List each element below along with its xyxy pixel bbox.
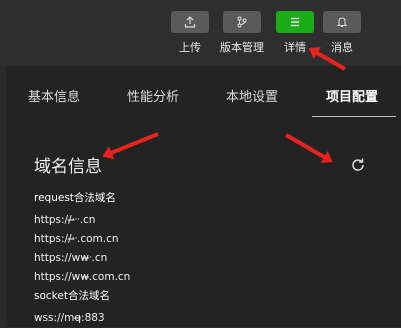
request-domain-row: https://ᐧ̶̶̶ᐧᐧ.cn — [34, 214, 96, 226]
upload-label: 上传 — [179, 41, 201, 54]
socket-domain-row: wss://mq̶̶̶̶̶̶̶̶̶:883 — [34, 312, 105, 324]
version-management-label: 版本管理 — [220, 41, 264, 54]
tab-project-config[interactable]: 项目配置 — [326, 86, 378, 105]
tab-bar: 基本信息 性能分析 本地设置 项目配置 — [6, 66, 401, 118]
branch-icon — [223, 11, 261, 33]
bell-icon — [323, 11, 361, 33]
upload-button[interactable]: 上传 — [166, 11, 214, 55]
request-domain-row: https://ww̶̶̶̶.com.cn — [34, 271, 131, 283]
top-toolbar: 上传 版本管理 详情 消息 — [0, 0, 401, 66]
tab-basic-info[interactable]: 基本信息 — [28, 86, 80, 105]
details-panel: 基本信息 性能分析 本地设置 项目配置 域名信息 request合法域名 htt… — [6, 66, 401, 327]
tab-performance-analysis[interactable]: 性能分析 — [127, 86, 179, 105]
tab-local-settings[interactable]: 本地设置 — [226, 86, 278, 105]
upload-icon — [171, 11, 209, 33]
request-domains-section: request合法域名 https://ᐧ̶̶̶ᐧᐧ.cn https://ᐧ̶… — [34, 190, 130, 287]
request-domain-row: https://ww̶̶̶̶ᐧ.cn — [34, 252, 108, 264]
socket-domains-header: socket合法域名 — [34, 290, 110, 302]
request-domains-header: request合法域名 — [34, 192, 116, 204]
socket-domains-section: socket合法域名 wss://mq̶̶̶̶̶̶̶̶̶:883 — [34, 288, 110, 328]
refresh-icon[interactable] — [349, 156, 367, 174]
version-management-button[interactable]: 版本管理 — [218, 11, 266, 55]
active-tab-indicator — [312, 116, 396, 117]
news-button[interactable]: 消息 — [318, 11, 366, 55]
menu-icon — [276, 11, 314, 33]
domain-info-title: 域名信息 — [34, 157, 102, 177]
news-label: 消息 — [331, 41, 353, 54]
request-domain-row: https://ᐧ̶̶̶ᐧ.com.cn — [34, 233, 119, 245]
